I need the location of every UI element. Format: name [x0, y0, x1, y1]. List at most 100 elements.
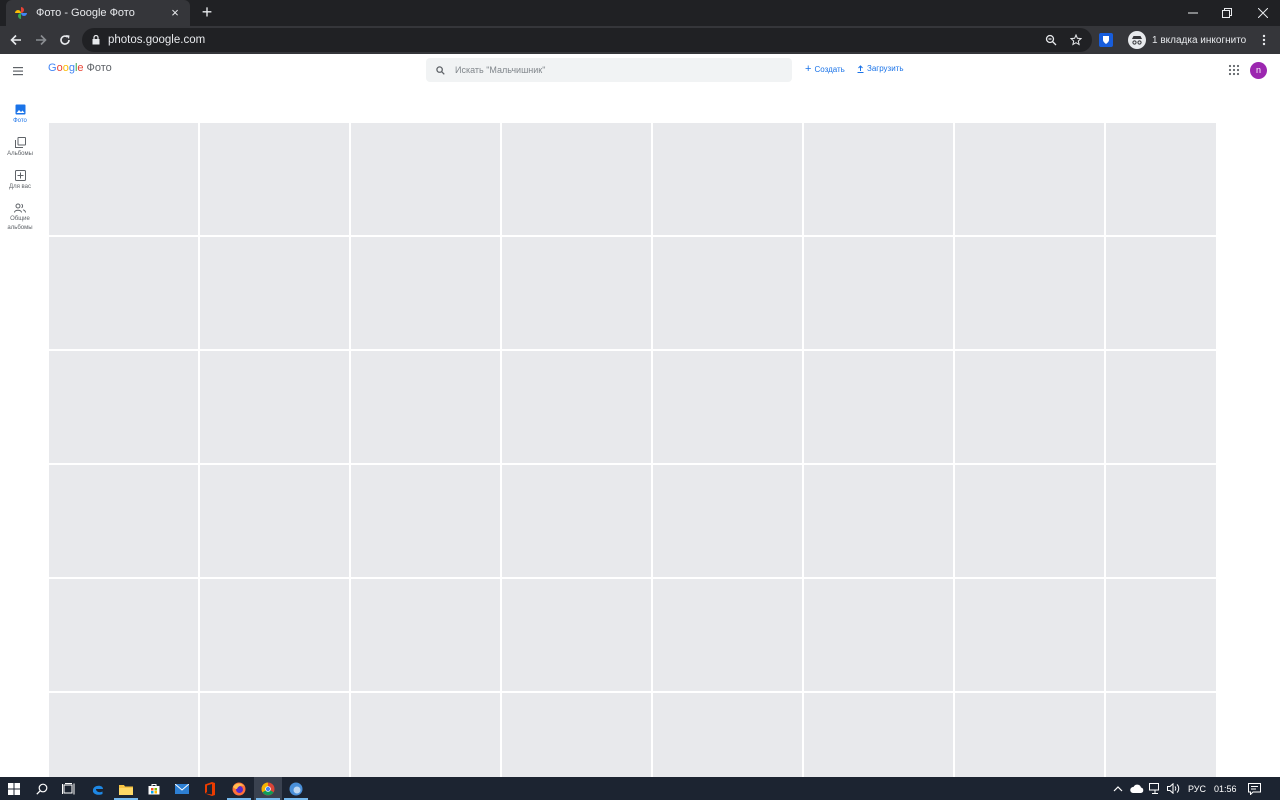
- create-label: Создать: [814, 64, 845, 74]
- close-window-icon[interactable]: [1246, 0, 1280, 26]
- photo-placeholder[interactable]: [502, 579, 651, 691]
- photo-placeholder[interactable]: [804, 465, 953, 577]
- photo-placeholder[interactable]: [955, 351, 1104, 463]
- photo-placeholder[interactable]: [955, 693, 1104, 777]
- address-bar[interactable]: photos.google.com: [82, 28, 1092, 52]
- photo-placeholder[interactable]: [351, 237, 500, 349]
- windows-start-icon[interactable]: [0, 777, 28, 800]
- bitwarden-extension-icon[interactable]: [1096, 30, 1116, 50]
- reload-icon[interactable]: [55, 30, 75, 50]
- photo-placeholder[interactable]: [804, 123, 953, 235]
- network-icon[interactable]: [1149, 777, 1162, 800]
- photo-placeholder[interactable]: [200, 465, 349, 577]
- photo-placeholder[interactable]: [804, 237, 953, 349]
- action-center-icon[interactable]: [1248, 777, 1261, 800]
- minimize-icon[interactable]: [1176, 0, 1210, 26]
- photo-placeholder[interactable]: [200, 123, 349, 235]
- photo-placeholder[interactable]: [955, 465, 1104, 577]
- browser-app-icon[interactable]: [282, 777, 310, 800]
- chrome-icon[interactable]: [254, 777, 282, 800]
- main-menu-icon[interactable]: [10, 64, 28, 78]
- zoom-icon[interactable]: [1041, 30, 1061, 50]
- forward-icon[interactable]: [31, 30, 51, 50]
- photo-placeholder[interactable]: [49, 579, 198, 691]
- task-view-icon[interactable]: [55, 777, 83, 800]
- photo-placeholder[interactable]: [351, 123, 500, 235]
- photo-placeholder[interactable]: [502, 237, 651, 349]
- photo-placeholder[interactable]: [1106, 579, 1216, 691]
- photo-placeholder[interactable]: [200, 351, 349, 463]
- photo-placeholder[interactable]: [502, 123, 651, 235]
- google-apps-icon[interactable]: [1228, 64, 1240, 76]
- photo-placeholder[interactable]: [351, 351, 500, 463]
- photo-placeholder[interactable]: [502, 351, 651, 463]
- bookmark-star-icon[interactable]: [1066, 30, 1086, 50]
- photo-placeholder[interactable]: [351, 465, 500, 577]
- photo-placeholder[interactable]: [1106, 123, 1216, 235]
- photo-grid: [49, 123, 1219, 777]
- photo-placeholder[interactable]: [653, 465, 802, 577]
- clock-time[interactable]: 01:56: [1214, 777, 1237, 800]
- account-avatar[interactable]: n: [1250, 62, 1267, 79]
- photo-placeholder[interactable]: [49, 693, 198, 777]
- input-language[interactable]: РУС: [1188, 777, 1206, 800]
- photo-placeholder[interactable]: [502, 693, 651, 777]
- photo-placeholder[interactable]: [351, 693, 500, 777]
- photo-placeholder[interactable]: [49, 465, 198, 577]
- create-button[interactable]: + Создать: [805, 64, 845, 75]
- photo-placeholder[interactable]: [49, 237, 198, 349]
- photo-placeholder[interactable]: [653, 237, 802, 349]
- photo-placeholder[interactable]: [1106, 693, 1216, 777]
- new-tab-button[interactable]: +: [198, 3, 216, 21]
- photo-placeholder[interactable]: [200, 579, 349, 691]
- tab-close-icon[interactable]: ×: [168, 6, 182, 20]
- photo-placeholder[interactable]: [804, 351, 953, 463]
- photo-placeholder[interactable]: [653, 693, 802, 777]
- photo-placeholder[interactable]: [653, 351, 802, 463]
- edge-icon[interactable]: [84, 777, 112, 800]
- photo-placeholder[interactable]: [1106, 351, 1216, 463]
- upload-button[interactable]: Загрузить: [857, 64, 904, 73]
- onedrive-icon[interactable]: [1130, 777, 1144, 800]
- photo-placeholder[interactable]: [804, 693, 953, 777]
- firefox-icon[interactable]: [225, 777, 253, 800]
- mail-icon[interactable]: [168, 777, 196, 800]
- office-icon[interactable]: [196, 777, 224, 800]
- file-explorer-icon[interactable]: [112, 777, 140, 800]
- browser-tab[interactable]: Фото - Google Фото ×: [6, 0, 190, 26]
- photo-placeholder[interactable]: [653, 579, 802, 691]
- nav-item-albums[interactable]: Альбомы: [0, 137, 40, 159]
- photo-placeholder[interactable]: [1106, 465, 1216, 577]
- show-hidden-icons-icon[interactable]: [1113, 777, 1123, 800]
- left-navigation: Фото Альбомы Для вас Общие альбомы: [0, 104, 40, 244]
- search-box[interactable]: [426, 58, 792, 82]
- back-icon[interactable]: [6, 30, 26, 50]
- nav-item-shared-albums[interactable]: Общие альбомы: [0, 203, 40, 233]
- search-input[interactable]: [455, 65, 755, 75]
- url-text: photos.google.com: [108, 34, 206, 46]
- chrome-menu-icon[interactable]: [1254, 30, 1274, 50]
- product-name: Фото: [86, 62, 112, 74]
- nav-item-photos[interactable]: Фото: [0, 104, 40, 126]
- photo-placeholder[interactable]: [200, 237, 349, 349]
- search-icon[interactable]: [28, 777, 56, 800]
- google-photos-logo[interactable]: Google Фото: [48, 62, 112, 74]
- nav-item-for-you[interactable]: Для вас: [0, 170, 40, 192]
- photo-placeholder[interactable]: [351, 579, 500, 691]
- photo-placeholder[interactable]: [49, 351, 198, 463]
- restore-icon[interactable]: [1210, 0, 1244, 26]
- photo-placeholder[interactable]: [955, 123, 1104, 235]
- photo-placeholder[interactable]: [955, 237, 1104, 349]
- store-icon[interactable]: [140, 777, 168, 800]
- photo-placeholder[interactable]: [200, 693, 349, 777]
- photo-placeholder[interactable]: [955, 579, 1104, 691]
- incognito-indicator[interactable]: 1 вкладка инкогнито: [1128, 28, 1250, 52]
- photo-placeholder[interactable]: [1106, 237, 1216, 349]
- nav-label-shared-albums: Общие альбомы: [7, 216, 33, 231]
- photo-placeholder[interactable]: [653, 123, 802, 235]
- photo-placeholder[interactable]: [49, 123, 198, 235]
- photo-placeholder[interactable]: [804, 579, 953, 691]
- nav-label-albums: Альбомы: [7, 151, 33, 157]
- photo-placeholder[interactable]: [502, 465, 651, 577]
- volume-icon[interactable]: [1167, 777, 1180, 800]
